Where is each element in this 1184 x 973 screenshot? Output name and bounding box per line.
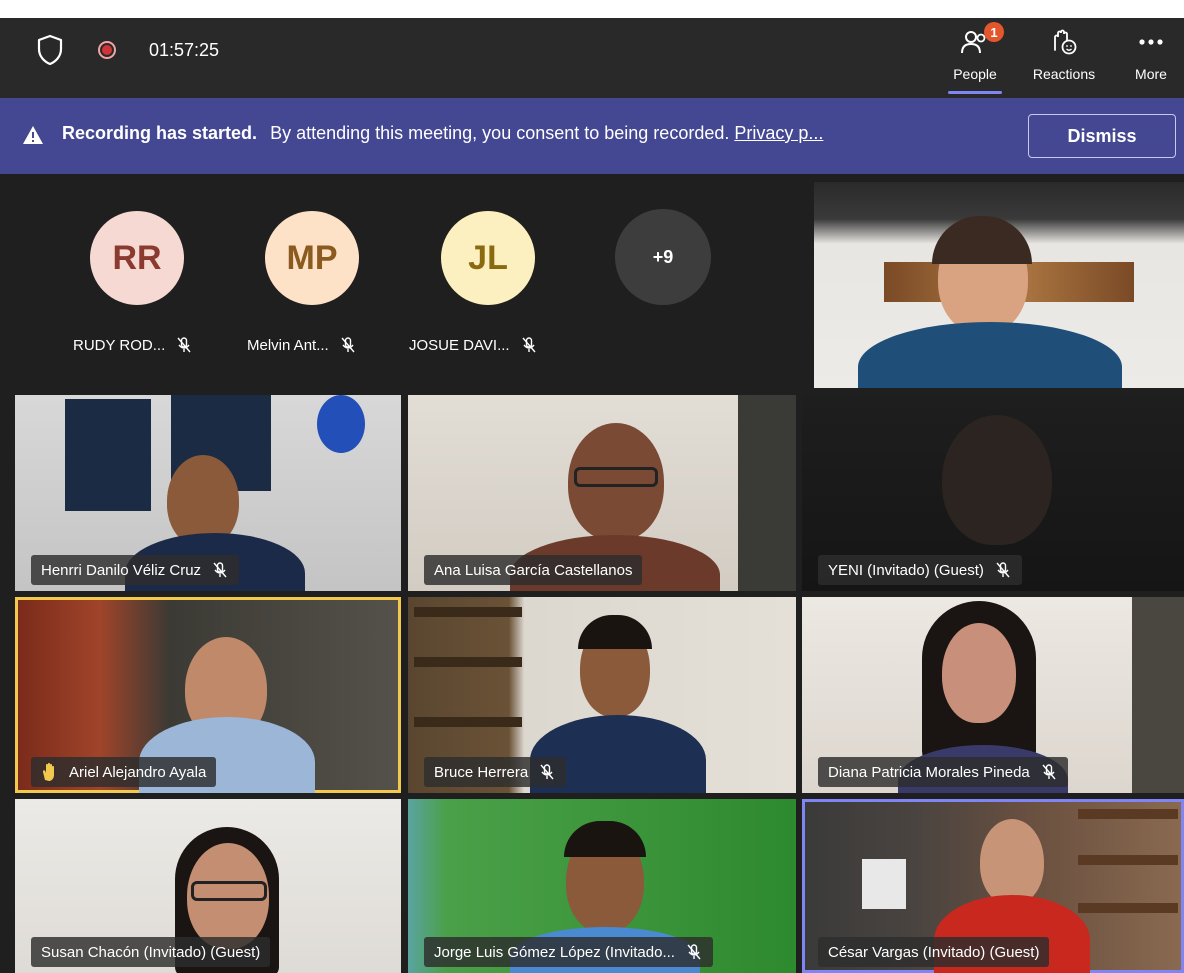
participant-name-label: Jorge Luis Gómez López (Invitado... bbox=[434, 943, 675, 961]
shelf bbox=[414, 717, 522, 727]
participant-name-tag: Henrri Danilo Véliz Cruz bbox=[31, 555, 240, 585]
participant-name-label: Susan Chacón (Invitado) (Guest) bbox=[41, 943, 261, 961]
participant-name-label: Ana Luisa García Castellanos bbox=[434, 561, 633, 579]
video-tile-yeni[interactable]: YENI (Invitado) (Guest) bbox=[802, 395, 1184, 591]
participant-name-label: RUDY ROD... bbox=[73, 336, 166, 354]
video-tile-featured[interactable] bbox=[814, 182, 1184, 388]
reactions-icon bbox=[1054, 29, 1077, 55]
recording-banner: Recording has started. By attending this… bbox=[0, 98, 1184, 174]
participant-name-label: César Vargas (Invitado) (Guest) bbox=[828, 943, 1040, 961]
shelf bbox=[1078, 903, 1178, 913]
dismiss-button[interactable]: Dismiss bbox=[1028, 114, 1176, 158]
participant-name-label: YENI (Invitado) (Guest) bbox=[828, 561, 984, 579]
participant-name-tag: César Vargas (Invitado) (Guest) bbox=[818, 937, 1050, 967]
shelf bbox=[414, 607, 522, 617]
banner-title: Recording has started. bbox=[62, 123, 258, 143]
video-tile-henrri[interactable]: Henrri Danilo Véliz Cruz bbox=[15, 395, 401, 591]
people-count-badge: 1 bbox=[984, 22, 1004, 42]
video-tile-cesar[interactable]: César Vargas (Invitado) (Guest) bbox=[802, 799, 1184, 973]
meeting-toolbar: 01:57:25 1 People Reactions More bbox=[0, 18, 1184, 98]
participant-name-label: Melvin Ant... bbox=[247, 336, 329, 354]
participant-name-label: JOSUE DAVI... bbox=[409, 336, 510, 354]
avatar-initials: MP bbox=[286, 238, 338, 277]
people-label: People bbox=[953, 66, 997, 82]
reactions-label: Reactions bbox=[1032, 66, 1096, 82]
video-tile-ana[interactable]: Ana Luisa García Castellanos bbox=[408, 395, 796, 591]
video-tile-susan[interactable]: Susan Chacón (Invitado) (Guest) bbox=[15, 799, 401, 973]
participant-name-tag: Jorge Luis Gómez López (Invitado... bbox=[424, 937, 713, 967]
raised-hand-icon bbox=[42, 762, 54, 781]
recording-icon bbox=[98, 41, 116, 59]
video-tile-diana[interactable]: Diana Patricia Morales Pineda bbox=[802, 597, 1184, 793]
mic-off-icon bbox=[522, 337, 536, 353]
participant-hair bbox=[578, 615, 652, 649]
overflow-count: +9 bbox=[652, 246, 674, 267]
shelf bbox=[414, 657, 522, 667]
participant-name-label: Bruce Herrera bbox=[434, 763, 529, 781]
mic-off-icon bbox=[687, 944, 701, 960]
participant-face bbox=[942, 415, 1052, 545]
glasses bbox=[574, 467, 658, 487]
avatar-rudy[interactable]: RR bbox=[90, 211, 184, 305]
background-object bbox=[317, 395, 365, 453]
glasses bbox=[191, 881, 267, 901]
participant-name-rudy: RUDY ROD... bbox=[73, 336, 193, 354]
privacy-link[interactable]: Privacy p... bbox=[734, 123, 823, 143]
participant-name-label: Ariel Alejandro Ayala bbox=[69, 763, 207, 781]
participant-name-tag: Bruce Herrera bbox=[424, 757, 567, 787]
people-active-indicator bbox=[948, 91, 1002, 94]
banner-text: Recording has started. By attending this… bbox=[62, 123, 823, 144]
meeting-window: 01:57:25 1 People Reactions More Recordi… bbox=[0, 18, 1184, 973]
mic-off-icon bbox=[540, 764, 554, 780]
overflow-participants-button[interactable]: +9 bbox=[615, 209, 711, 305]
mic-off-icon bbox=[177, 337, 191, 353]
shield-icon[interactable] bbox=[36, 34, 64, 66]
shelf bbox=[1078, 855, 1178, 865]
participant-name-label: Henrri Danilo Véliz Cruz bbox=[41, 561, 202, 579]
participant-hair bbox=[564, 821, 646, 857]
participant-name-josue: JOSUE DAVI... bbox=[409, 336, 538, 354]
avatar-melvin[interactable]: MP bbox=[265, 211, 359, 305]
people-button[interactable]: 1 People bbox=[948, 18, 1004, 98]
participant-hair bbox=[932, 216, 1032, 264]
video-tile-bruce[interactable]: Bruce Herrera bbox=[408, 597, 796, 793]
participant-name-label: Diana Patricia Morales Pineda bbox=[828, 763, 1030, 781]
more-icon bbox=[1139, 39, 1163, 45]
participant-name-tag: Susan Chacón (Invitado) (Guest) bbox=[31, 937, 271, 967]
window-frame bbox=[1132, 597, 1184, 793]
banner-message: By attending this meeting, you consent t… bbox=[270, 123, 730, 143]
participant-name-tag: Diana Patricia Morales Pineda bbox=[818, 757, 1068, 787]
participant-face bbox=[942, 623, 1016, 723]
participant-body bbox=[858, 322, 1122, 388]
mic-off-icon bbox=[213, 562, 227, 578]
mic-off-icon bbox=[996, 562, 1010, 578]
participant-face bbox=[980, 819, 1044, 905]
shelf bbox=[1078, 809, 1178, 819]
more-button[interactable]: More bbox=[1126, 18, 1176, 98]
reactions-button[interactable]: Reactions bbox=[1024, 18, 1104, 98]
avatar-initials: RR bbox=[112, 238, 162, 277]
video-tile-ariel[interactable]: Ariel Alejandro Ayala bbox=[15, 597, 401, 793]
background-box bbox=[862, 859, 906, 909]
participant-name-tag: YENI (Invitado) (Guest) bbox=[818, 555, 1022, 585]
video-tile-jorge[interactable]: Jorge Luis Gómez López (Invitado... bbox=[408, 799, 796, 973]
more-label: More bbox=[1135, 66, 1167, 82]
participant-name-tag: Ariel Alejandro Ayala bbox=[31, 757, 217, 787]
avatar-josue[interactable]: JL bbox=[441, 211, 535, 305]
wall-poster bbox=[65, 399, 151, 511]
meeting-timer: 01:57:25 bbox=[149, 40, 220, 60]
mic-off-icon bbox=[341, 337, 355, 353]
window-frame bbox=[738, 395, 796, 591]
participant-name-melvin: Melvin Ant... bbox=[247, 336, 357, 354]
participant-name-tag: Ana Luisa García Castellanos bbox=[424, 555, 643, 585]
mic-off-icon bbox=[1042, 764, 1056, 780]
warning-icon bbox=[23, 126, 43, 144]
avatar-initials: JL bbox=[468, 238, 508, 277]
